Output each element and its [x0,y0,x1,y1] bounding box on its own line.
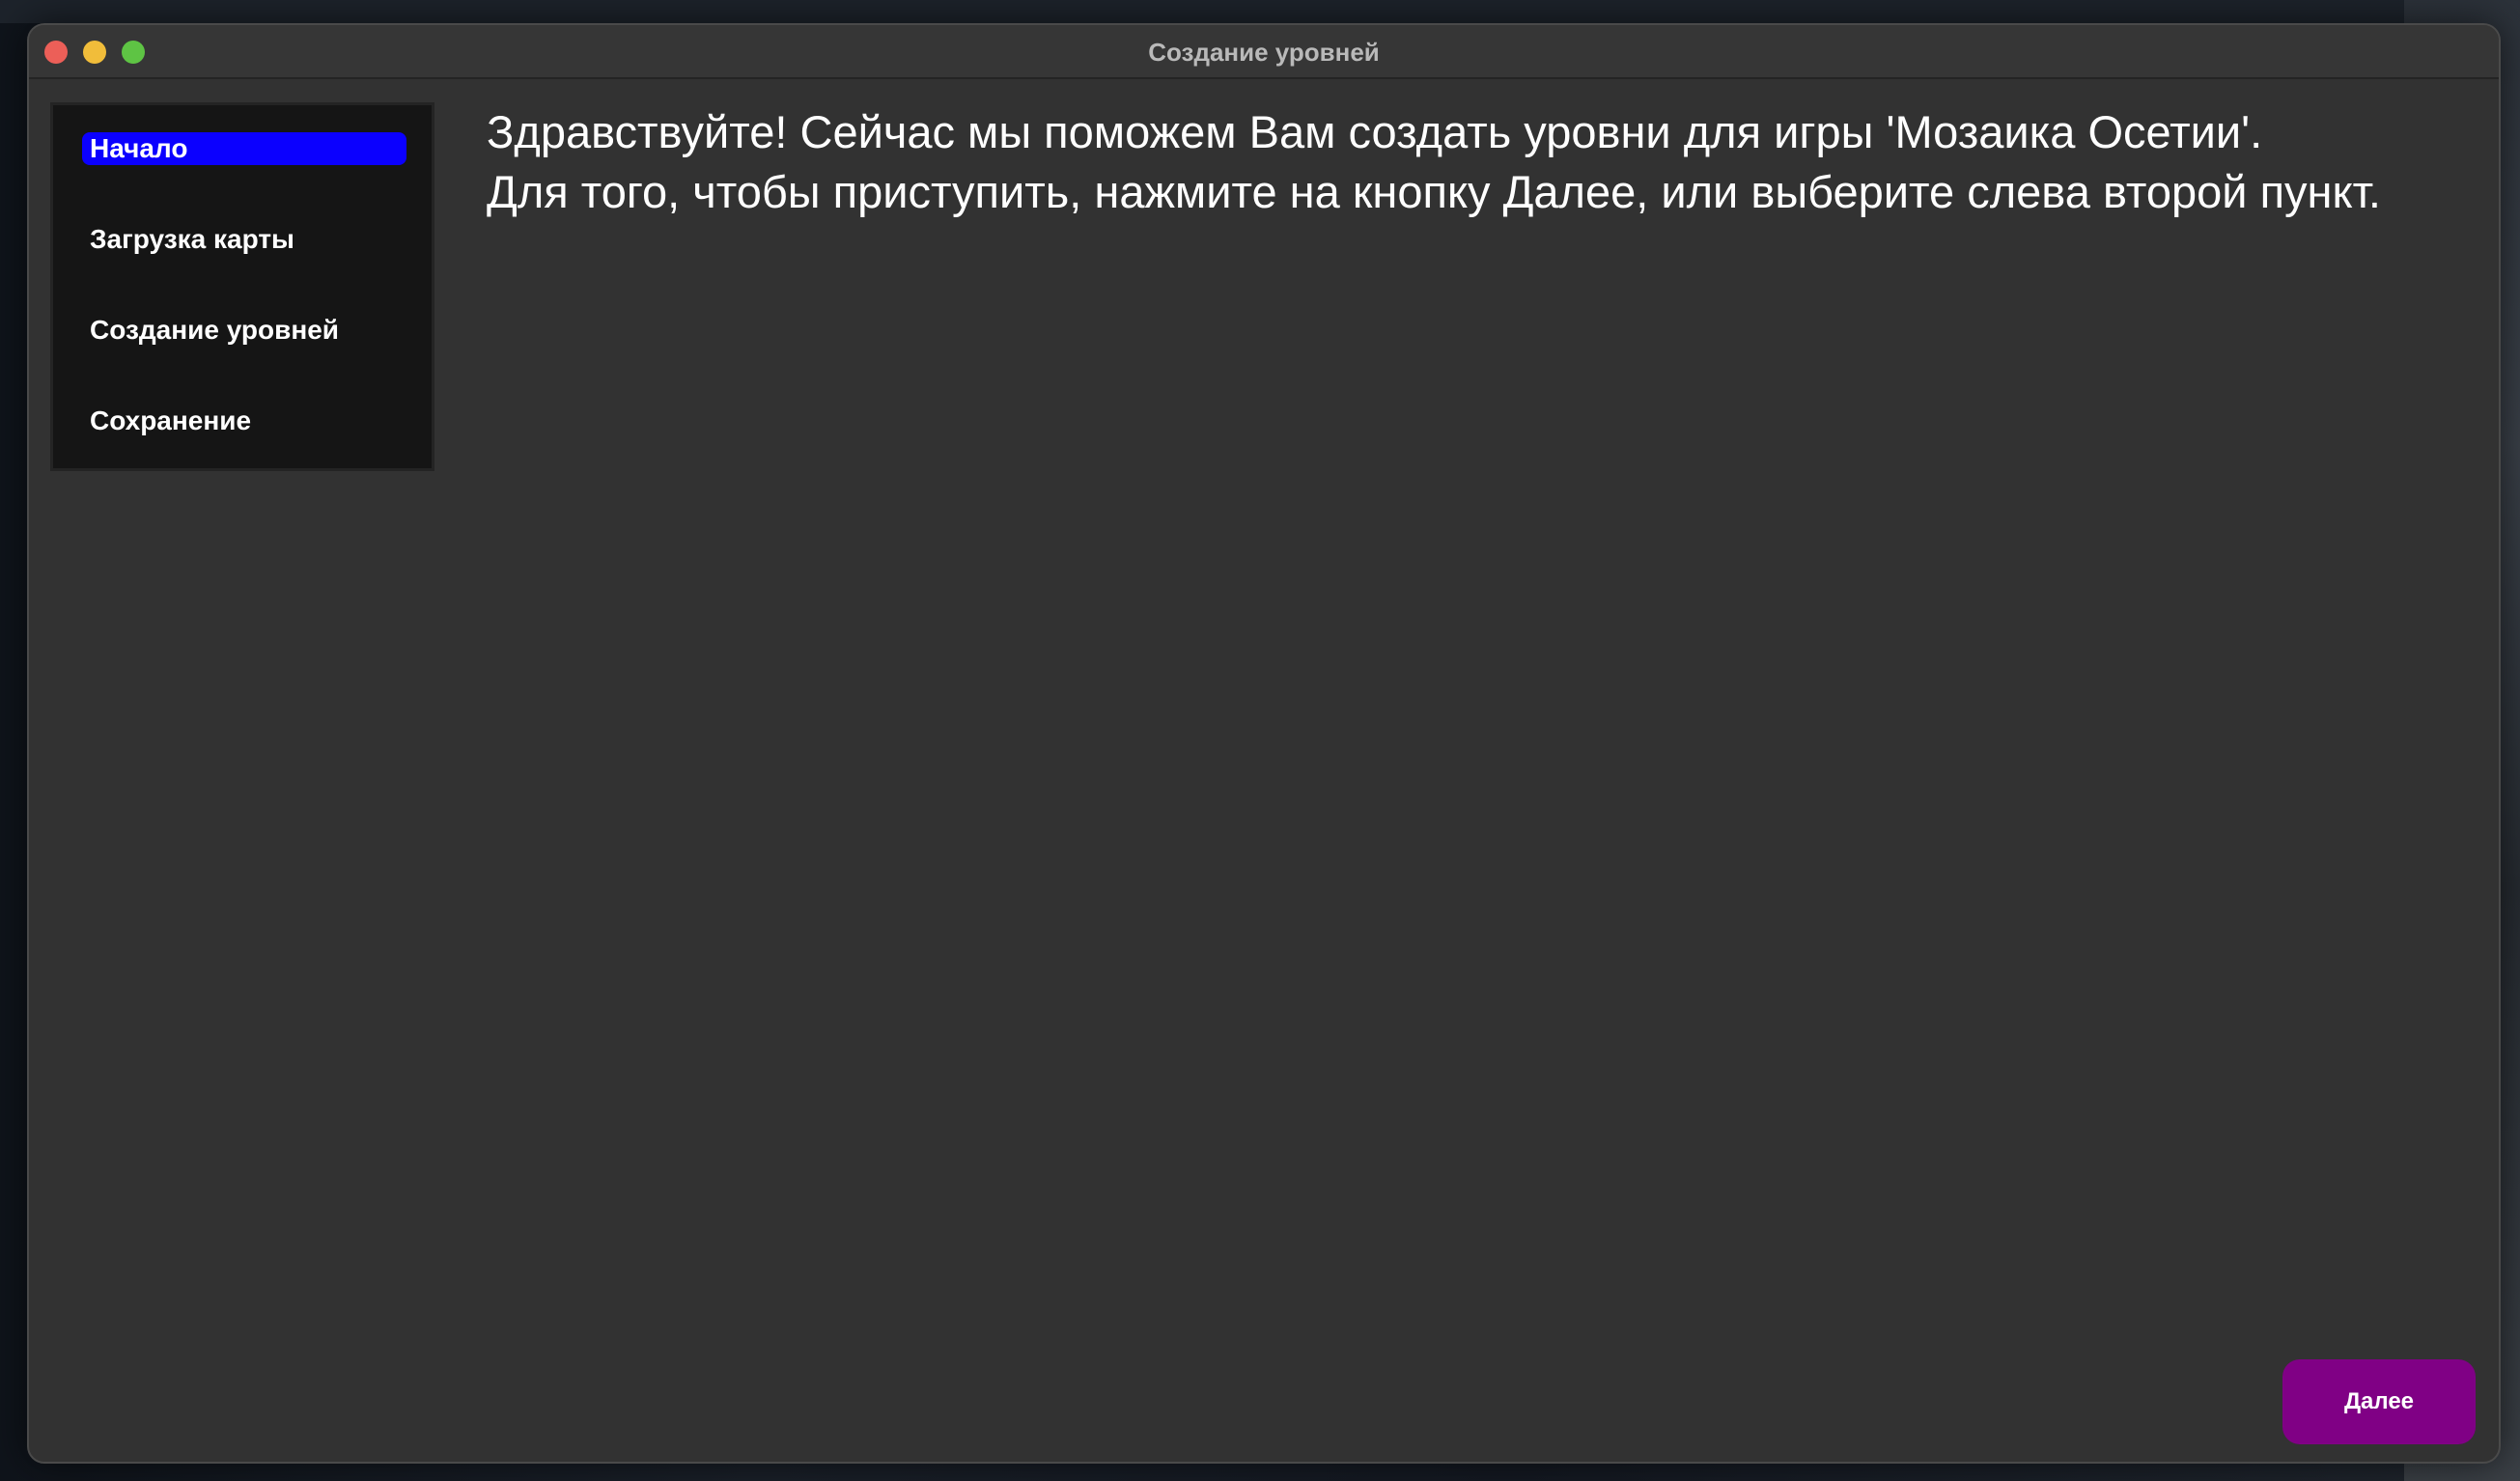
window-title: Создание уровней [1148,38,1380,67]
sidebar-item-start[interactable]: Начало [82,132,406,165]
greeting-line-2: Для того, чтобы приступить, нажмите на к… [487,166,2381,217]
sidebar-item-save[interactable]: Сохранение [82,405,406,437]
sidebar-item-load-map[interactable]: Загрузка карты [82,223,406,256]
app-window: Создание уровней Начало Загрузка карты С… [27,23,2501,1464]
title-bar: Создание уровней [29,25,2499,79]
sidebar-nav: Начало Загрузка карты Создание уровней С… [50,102,434,471]
desktop-top-strip [0,0,2520,23]
sidebar-item-create-levels[interactable]: Создание уровней [82,314,406,347]
greeting-text: Здравствуйте! Сейчас мы поможем Вам созд… [487,102,2476,222]
next-button[interactable]: Далее [2282,1359,2476,1444]
greeting-line-1: Здравствуйте! Сейчас мы поможем Вам созд… [487,106,2263,157]
